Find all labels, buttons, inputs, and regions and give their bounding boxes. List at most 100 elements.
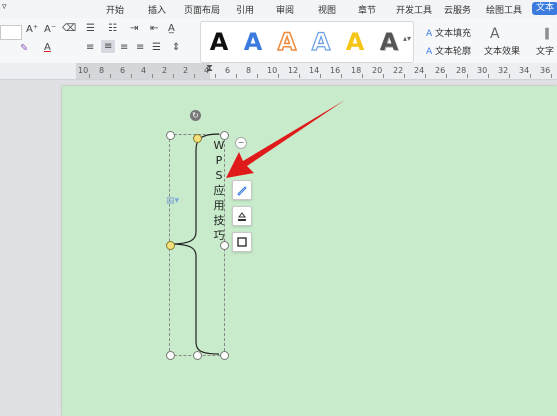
wordart-style-orange[interactable]: A (273, 25, 301, 59)
text-char: S (215, 169, 223, 182)
ruler-label: 32 (498, 66, 509, 75)
rotate-icon[interactable]: ↻ (190, 110, 201, 121)
wordart-style-yellow[interactable]: A (341, 25, 369, 59)
ruler-label: 10 (78, 66, 89, 75)
indent-marker[interactable]: ⧗ (206, 63, 216, 74)
ruler-tick (151, 74, 153, 78)
ruler-tick (298, 74, 300, 78)
text-effect-icon: A (490, 26, 500, 42)
wordart-style-outline-blue[interactable]: A (307, 25, 335, 59)
tab-chapter[interactable]: 章节 (358, 3, 376, 16)
text-char: 巧 (213, 229, 225, 242)
wordart-style-gray[interactable]: A (375, 25, 403, 59)
highlight-icon[interactable]: ✎ (20, 43, 28, 54)
ruler-label: 26 (435, 66, 446, 75)
ruler-label: 20 (372, 66, 383, 75)
ruler-label: 2 (162, 66, 168, 75)
resize-handle-b[interactable] (193, 351, 202, 360)
collapse-icon[interactable]: − (235, 137, 247, 149)
ruler-tick (277, 74, 279, 78)
text-outline-button[interactable]: A 文本轮廓 (426, 44, 471, 57)
ruler-tick (319, 74, 321, 78)
ruler-tick (88, 74, 90, 78)
justify-icon[interactable]: ≡ (136, 42, 144, 53)
tab-references[interactable]: 引用 (236, 3, 254, 16)
wordart-style-blue[interactable]: A (239, 25, 267, 59)
vertical-text[interactable]: W P S 应 用 技 巧 (212, 138, 226, 243)
text-char: 技 (213, 214, 225, 227)
font-size-box[interactable] (0, 25, 22, 40)
ruler-tick (487, 74, 489, 78)
wordart-gallery: A A A A A A ▴▾ (200, 21, 414, 63)
tab-view[interactable]: 视图 (318, 3, 336, 16)
menu-bar: ▿ 开始 插入 页面布局 引用 审阅 视图 章节 开发工具 云服务 绘图工具 文… (0, 0, 557, 18)
resize-handle-br[interactable] (220, 351, 229, 360)
ruler-tick (529, 74, 531, 78)
ruler-tick (256, 74, 258, 78)
quick-access-dropdown-icon[interactable]: ▿ (2, 2, 7, 12)
ruler-tick (466, 74, 468, 78)
font-shrink-button[interactable]: A⁻ (44, 24, 56, 35)
gallery-more-icon[interactable]: ▴▾ (403, 34, 411, 43)
ruler-label: 12 (288, 66, 299, 75)
tab-home[interactable]: 开始 (106, 3, 124, 16)
ruler-label: 36 (540, 66, 551, 75)
ruler-label: 24 (414, 66, 425, 75)
ruler-tick (130, 74, 132, 78)
ruler-tick (235, 74, 237, 78)
ruler-tick (340, 74, 342, 78)
font-color-button[interactable]: A (44, 42, 51, 53)
tab-text[interactable]: 文本 (532, 2, 557, 15)
ruler-tick (172, 74, 174, 78)
ruler-label: 8 (246, 66, 252, 75)
align-center-icon[interactable]: ≡ (101, 40, 116, 53)
ruler-tick (214, 74, 216, 78)
align-right-icon[interactable]: ≡ (120, 42, 128, 53)
tab-insert[interactable]: 插入 (148, 3, 166, 16)
ruler-tick (193, 74, 195, 78)
ruler-label: 30 (477, 66, 488, 75)
text-outline-label: 文本轮廓 (435, 47, 472, 57)
ruler-tick (361, 74, 363, 78)
font-grow-button[interactable]: A⁺ (26, 24, 38, 35)
text-effect-button[interactable]: 文本效果 (484, 44, 520, 57)
document-page (62, 86, 557, 416)
bullet-list-icon[interactable]: ☰ (86, 23, 95, 34)
border-icon[interactable] (232, 232, 252, 252)
text-fill-label: 文本填充 (435, 29, 472, 39)
text-char: 应 (213, 184, 225, 197)
distributed-icon[interactable]: ☰ (152, 42, 161, 53)
tab-cloud[interactable]: 云服务 (444, 3, 471, 16)
ruler-label: 8 (99, 66, 105, 75)
ruler-tick (550, 74, 552, 78)
resize-handle-bl[interactable] (166, 351, 175, 360)
wordart-style-black[interactable]: A (205, 25, 233, 59)
ruler-label: 16 (330, 66, 341, 75)
tab-page-layout[interactable]: 页面布局 (184, 3, 220, 16)
ruler-tick (403, 74, 405, 78)
numbered-list-icon[interactable]: ☷ (108, 23, 117, 34)
resize-handle-tl[interactable] (166, 131, 175, 140)
indent-icon[interactable]: ⇥ (130, 23, 138, 34)
text-char: 用 (213, 199, 225, 212)
ruler-label: 18 (351, 66, 362, 75)
ruler-tick (382, 74, 384, 78)
text-direction-icon[interactable]: A̲ (168, 23, 175, 34)
layout-icon[interactable]: ▤▾ (166, 196, 179, 206)
tab-review[interactable]: 审阅 (276, 3, 294, 16)
adjust-handle-top[interactable] (193, 134, 202, 143)
eraser-icon[interactable]: ⌫ (62, 23, 76, 34)
fill-icon[interactable] (232, 206, 252, 226)
outdent-icon[interactable]: ⇤ (150, 23, 158, 34)
brush-icon[interactable] (232, 180, 252, 200)
line-spacing-icon[interactable]: ⇕ (172, 42, 180, 53)
text-fill-button[interactable]: A 文本填充 (426, 26, 471, 39)
text-direction-button[interactable]: 文字 (536, 44, 554, 57)
align-left-icon[interactable]: ≡ (86, 42, 94, 53)
ruler-tick (508, 74, 510, 78)
horizontal-ruler: 10 8 6 4 2 2 4 6 8 10 12 14 16 18 20 22 24 26 28 30 32 34 36 ⧗ (0, 63, 557, 80)
adjust-handle-mid[interactable] (166, 241, 175, 250)
text-char: W (213, 139, 225, 152)
tab-developer[interactable]: 开发工具 (396, 3, 432, 16)
tab-drawing-tools[interactable]: 绘图工具 (486, 3, 522, 16)
